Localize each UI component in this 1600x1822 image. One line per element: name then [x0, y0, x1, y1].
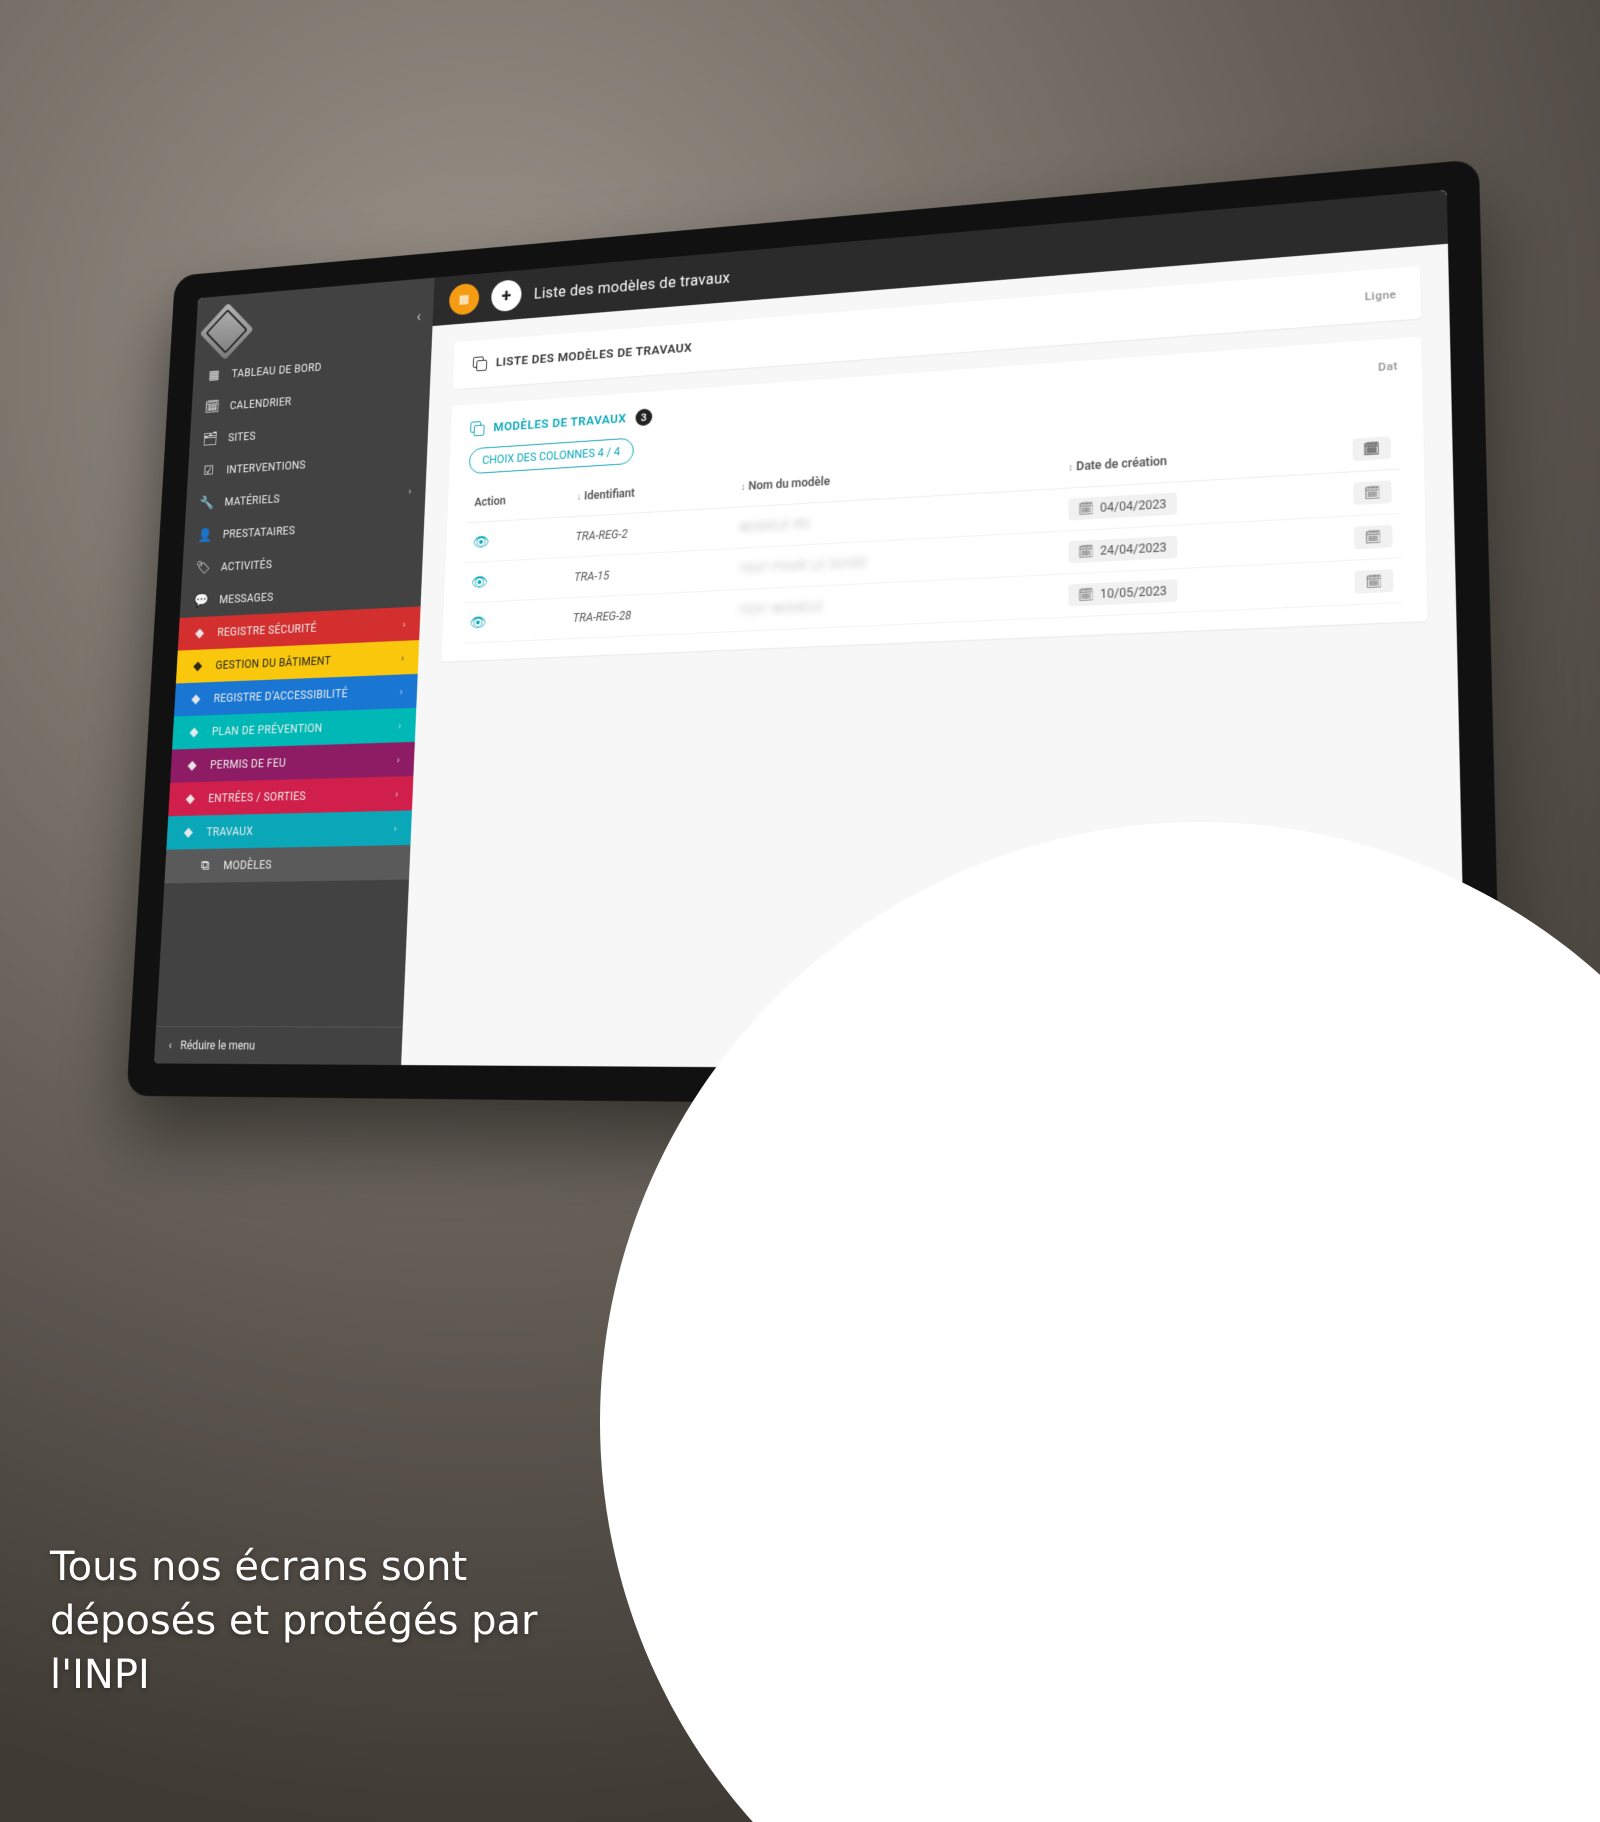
sidebar: ‹ ▦ TABLEAU DE BORD 🗓 CALENDRIER 🗂 SITES…	[154, 278, 435, 1065]
calendar-icon: 🗓	[1365, 574, 1382, 589]
copy-icon: ⧉	[197, 858, 213, 873]
sidebar-item-label: MESSAGES	[219, 591, 274, 606]
lignes-hint: Ligne	[1364, 287, 1396, 302]
panel-models: MODÈLES DE TRAVAUX 3 Dat CHOIX DES COLON…	[441, 337, 1427, 662]
cell-date-action[interactable]: 🗓	[1345, 558, 1402, 605]
sidebar-reduce-label: Réduire le menu	[180, 1039, 255, 1053]
cell-date-action[interactable]: 🗓	[1344, 469, 1401, 516]
chevron-right-icon: ›	[395, 787, 399, 799]
sidebar-item-label: REGISTRE D'ACCESSIBILITÉ	[213, 687, 348, 705]
sidebar-reduce-button[interactable]: ‹ Réduire le menu	[154, 1026, 403, 1065]
col-date-filter[interactable]: 🗓	[1343, 426, 1400, 473]
calendar-icon: 🗓	[1363, 441, 1380, 456]
col-action[interactable]: Action	[467, 477, 571, 523]
calendar-icon: 🗓	[1078, 501, 1094, 516]
section-heading: MODÈLES DE TRAVAUX	[493, 411, 627, 434]
sidebar-item-label: PLAN DE PRÉVENTION	[212, 721, 323, 738]
diamond-icon: ◆	[182, 791, 198, 806]
app-logo	[200, 303, 254, 360]
calendar-icon: 🗓	[1078, 587, 1094, 602]
diamond-icon: ◆	[190, 659, 206, 674]
sidebar-item-entrees-sorties[interactable]: ◆ ENTRÉES / SORTIES ›	[168, 776, 413, 816]
chevron-right-icon: ›	[408, 485, 412, 497]
col-date-extra: Dat	[1378, 359, 1398, 374]
calendar-icon: 🗓	[1078, 544, 1094, 559]
dashboard-icon: ▦	[206, 368, 222, 383]
chevron-right-icon: ›	[399, 685, 403, 697]
calendar-icon: 🗓	[1364, 485, 1381, 500]
sidebar-item-label: CALENDRIER	[230, 395, 292, 412]
sidebar-item-label: TRAVAUX	[206, 825, 253, 839]
sidebar-collapse-button[interactable]: ‹	[416, 307, 421, 324]
sort-icon: ↕	[741, 482, 746, 493]
diamond-icon: ◆	[186, 725, 202, 740]
count-badge: 3	[635, 408, 652, 426]
chevron-right-icon: ›	[402, 618, 406, 630]
cell-date-action[interactable]: 🗓	[1345, 513, 1402, 560]
chevron-left-icon: ‹	[168, 1039, 172, 1052]
providers-icon: 👤	[197, 528, 213, 543]
sidebar-item-label: PRESTATAIRES	[222, 524, 295, 541]
chevron-right-icon: ›	[396, 753, 400, 765]
sidebar-item-label: TABLEAU DE BORD	[231, 361, 322, 380]
page-title: Liste des modèles de travaux	[534, 268, 731, 302]
sort-icon: ↕	[1068, 463, 1073, 474]
diamond-icon: ◆	[192, 626, 208, 641]
add-button[interactable]: +	[491, 279, 522, 312]
calendar-icon: 🗓	[1365, 529, 1382, 544]
chevron-right-icon: ›	[398, 719, 402, 731]
sidebar-item-travaux[interactable]: ◆ TRAVAUX ›	[166, 810, 412, 849]
list-heading: LISTE DES MODÈLES DE TRAVAUX	[496, 341, 693, 370]
sites-icon: 🗂	[203, 431, 219, 446]
chevron-right-icon: ›	[393, 822, 397, 835]
sidebar-item-label: ENTRÉES / SORTIES	[208, 789, 306, 805]
sidebar-item-label: PERMIS DE FEU	[210, 756, 287, 771]
copy-icon	[470, 421, 485, 437]
column-chooser-button[interactable]: CHOIX DES COLONNES 4 / 4	[469, 438, 635, 475]
activities-icon: 🏷	[195, 560, 211, 575]
sidebar-item-label: MATÉRIELS	[224, 492, 280, 508]
interventions-icon: ☑	[201, 463, 217, 478]
diamond-icon: ◆	[180, 825, 196, 840]
view-row-button[interactable]: 👁	[471, 573, 489, 591]
sidebar-item-modeles[interactable]: ⧉ MODÈLES	[164, 845, 410, 883]
sidebar-item-label: INTERVENTIONS	[226, 458, 306, 476]
view-row-button[interactable]: 👁	[469, 614, 487, 632]
diamond-icon: ◆	[188, 692, 204, 707]
view-row-button[interactable]: 👁	[473, 533, 491, 551]
calendar-icon: 🗓	[205, 399, 221, 414]
sidebar-item-label: SITES	[228, 430, 256, 444]
grid-icon: ▦	[458, 292, 469, 306]
materials-icon: 🔧	[199, 496, 215, 511]
promo-caption: Tous nos écrans sont déposés et protégés…	[50, 1540, 550, 1702]
sidebar-item-label: ACTIVITÉS	[221, 558, 273, 573]
plus-icon: +	[501, 284, 511, 307]
sidebar-item-label: MODÈLES	[223, 858, 272, 872]
sidebar-item-label: GESTION DU BÂTIMENT	[215, 654, 331, 672]
chevron-right-icon: ›	[401, 651, 405, 663]
copy-icon	[473, 356, 488, 372]
grid-view-button[interactable]: ▦	[449, 283, 480, 316]
cell-id: TRA-REG-28	[565, 590, 731, 639]
messages-icon: 💬	[194, 593, 210, 608]
diamond-icon: ◆	[184, 758, 200, 773]
sort-down-icon: ↓	[577, 492, 582, 503]
sidebar-item-label: REGISTRE SÉCURITÉ	[217, 621, 317, 638]
